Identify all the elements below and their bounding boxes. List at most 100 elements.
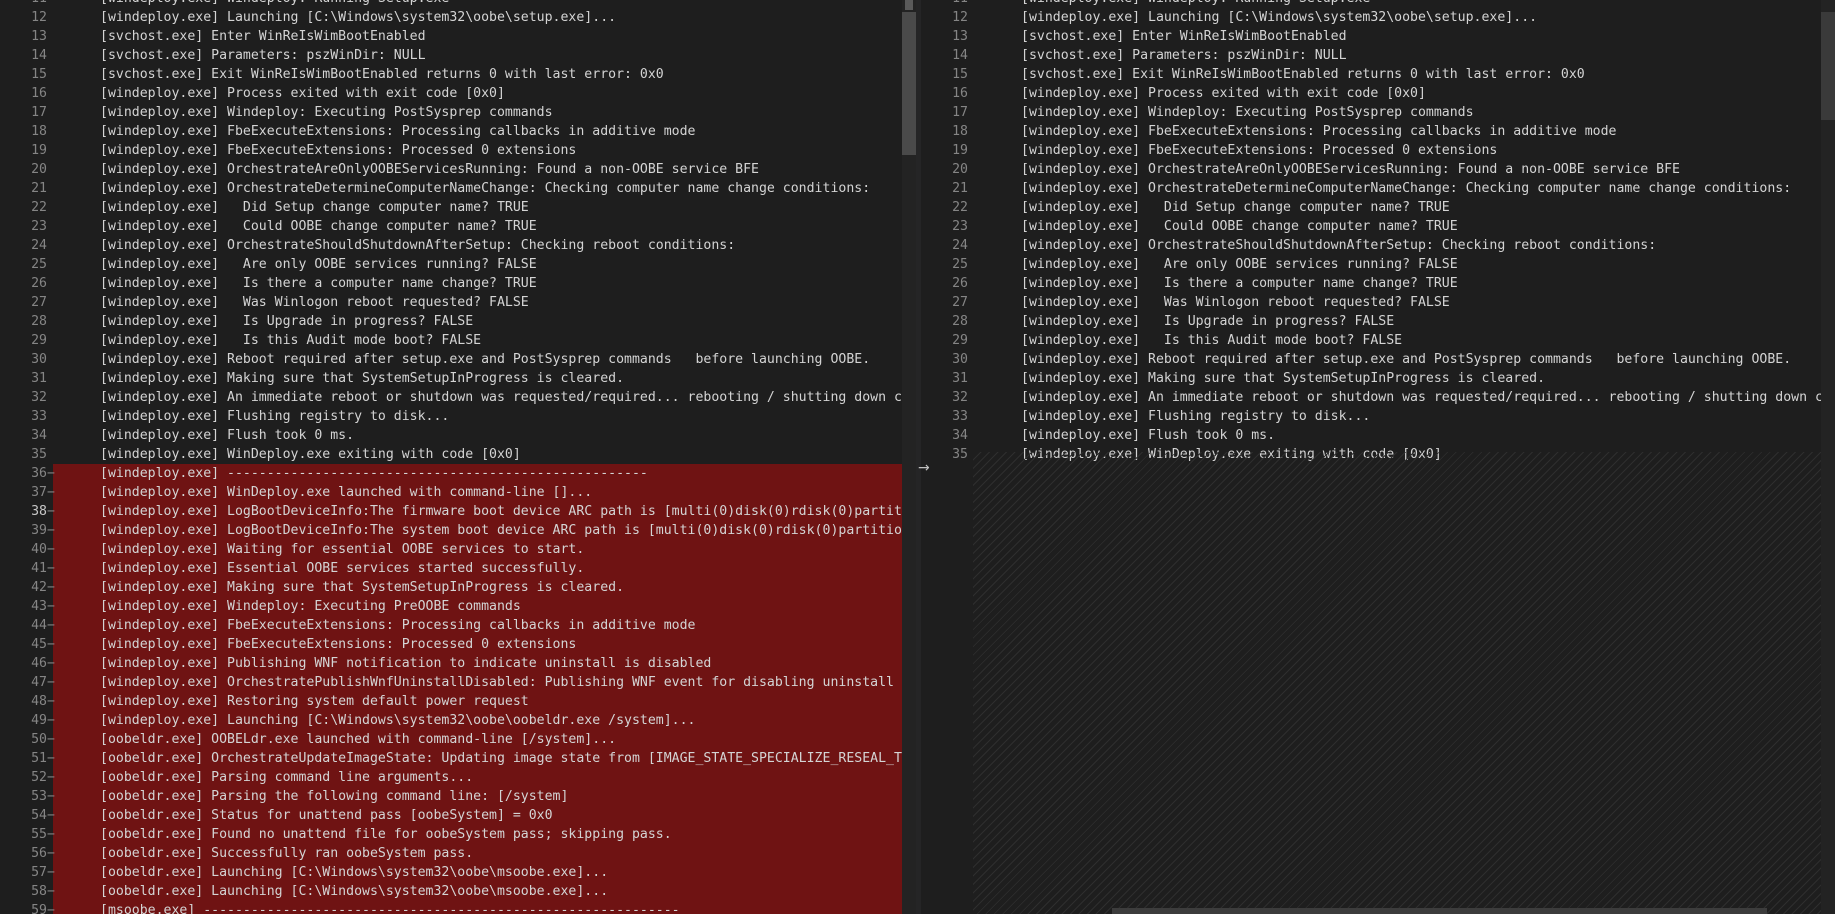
code-line[interactable]: 31 [windeploy.exe] Making sure that Syste… bbox=[921, 369, 1835, 388]
left-vertical-scrollbar[interactable] bbox=[902, 0, 916, 914]
code-line[interactable]: 18 [windeploy.exe] FbeExecuteExtensions: … bbox=[0, 122, 916, 141]
code-line[interactable]: 25 [windeploy.exe] Are only OOBE services… bbox=[921, 255, 1835, 274]
code-line[interactable]: 34 [windeploy.exe] Flush took 0 ms. bbox=[921, 426, 1835, 445]
line-number: 19 bbox=[952, 143, 968, 158]
code-line[interactable]: 13 [svchost.exe] Enter WinReIsWimBootEnab… bbox=[0, 27, 916, 46]
removed-line[interactable]: 50− [oobeldr.exe] OOBELdr.exe launched wi… bbox=[31, 730, 916, 749]
code-line[interactable]: 11 [windeploy.exe] Windeploy: Running Set… bbox=[0, 0, 916, 8]
code-line[interactable]: 11 [windeploy.exe] Windeploy: Running Set… bbox=[921, 0, 1835, 8]
line-text: [windeploy.exe] Is Upgrade in progress? … bbox=[100, 314, 474, 329]
code-line[interactable]: 17 [windeploy.exe] Windeploy: Executing P… bbox=[0, 103, 916, 122]
line-number: 59 bbox=[31, 903, 47, 914]
code-line[interactable]: 26 [windeploy.exe] Is there a computer na… bbox=[921, 274, 1835, 293]
removed-line[interactable]: 55− [oobeldr.exe] Found no unattend file … bbox=[31, 825, 916, 844]
line-text: [windeploy.exe] Launching [C:\Windows\sy… bbox=[100, 10, 617, 25]
line-text: [windeploy.exe] OrchestrateAreOnlyOOBESe… bbox=[100, 162, 759, 177]
code-line[interactable]: 30 [windeploy.exe] Reboot required after … bbox=[921, 350, 1835, 369]
line-number: 35 bbox=[31, 447, 47, 462]
code-line[interactable]: 33 [windeploy.exe] Flushing registry to d… bbox=[0, 407, 916, 426]
code-line[interactable]: 23 [windeploy.exe] Could OOBE change comp… bbox=[921, 217, 1835, 236]
line-number: 44 bbox=[31, 618, 47, 633]
code-line[interactable]: 22 [windeploy.exe] Did Setup change compu… bbox=[921, 198, 1835, 217]
code-line[interactable]: 28 [windeploy.exe] Is Upgrade in progress… bbox=[0, 312, 916, 331]
code-line[interactable]: 13 [svchost.exe] Enter WinReIsWimBootEnab… bbox=[921, 27, 1835, 46]
code-line[interactable]: 18 [windeploy.exe] FbeExecuteExtensions: … bbox=[921, 122, 1835, 141]
removed-line[interactable]: 54− [oobeldr.exe] Status for unattend pas… bbox=[31, 806, 916, 825]
code-line[interactable]: 25 [windeploy.exe] Are only OOBE services… bbox=[0, 255, 916, 274]
code-line[interactable]: 24 [windeploy.exe] OrchestrateShouldShutd… bbox=[0, 236, 916, 255]
code-line[interactable]: 34 [windeploy.exe] Flush took 0 ms. bbox=[0, 426, 916, 445]
code-line[interactable]: 35 [windeploy.exe] WinDeploy.exe exiting … bbox=[0, 445, 916, 464]
code-line[interactable]: 32 [windeploy.exe] An immediate reboot or… bbox=[0, 388, 916, 407]
diff-original-pane[interactable]: 11 [windeploy.exe] Windeploy: Running Set… bbox=[0, 0, 916, 914]
code-line[interactable]: 30 [windeploy.exe] Reboot required after … bbox=[0, 350, 916, 369]
removed-line[interactable]: 40− [windeploy.exe] Waiting for essential… bbox=[31, 540, 916, 559]
line-text: [svchost.exe] Exit WinReIsWimBootEnabled… bbox=[1021, 67, 1585, 82]
horizontal-scrollbar-thumb[interactable] bbox=[1112, 908, 1767, 914]
line-text: [windeploy.exe] Process exited with exit… bbox=[1021, 86, 1426, 101]
code-line[interactable]: 21 [windeploy.exe] OrchestrateDetermineCo… bbox=[0, 179, 916, 198]
code-line[interactable]: 32 [windeploy.exe] An immediate reboot or… bbox=[921, 388, 1835, 407]
code-line[interactable]: 28 [windeploy.exe] Is Upgrade in progress… bbox=[921, 312, 1835, 331]
removed-line[interactable]: 39− [windeploy.exe] LogBootDeviceInfo:The… bbox=[31, 521, 916, 540]
code-line[interactable]: 15 [svchost.exe] Exit WinReIsWimBootEnabl… bbox=[0, 65, 916, 84]
removed-line[interactable]: 43− [windeploy.exe] Windeploy: Executing … bbox=[31, 597, 916, 616]
removed-line[interactable]: 56− [oobeldr.exe] Successfully ran oobeSy… bbox=[31, 844, 916, 863]
removed-line[interactable]: 58− [oobeldr.exe] Launching [C:\Windows\s… bbox=[31, 882, 916, 901]
line-text: [windeploy.exe] WinDeploy.exe launched w… bbox=[100, 485, 593, 500]
code-line[interactable]: 33 [windeploy.exe] Flushing registry to d… bbox=[921, 407, 1835, 426]
removed-line[interactable]: 42− [windeploy.exe] Making sure that Syst… bbox=[31, 578, 916, 597]
code-line[interactable]: 12 [windeploy.exe] Launching [C:\Windows\… bbox=[0, 8, 916, 27]
code-line[interactable]: 23 [windeploy.exe] Could OOBE change comp… bbox=[0, 217, 916, 236]
removed-line[interactable]: 52− [oobeldr.exe] Parsing command line ar… bbox=[31, 768, 916, 787]
removed-line[interactable]: 37− [windeploy.exe] WinDeploy.exe launche… bbox=[31, 483, 916, 502]
code-line[interactable]: 27 [windeploy.exe] Was Winlogon reboot re… bbox=[0, 293, 916, 312]
line-text: [windeploy.exe] Is there a computer name… bbox=[100, 276, 537, 291]
code-line[interactable]: 16 [windeploy.exe] Process exited with ex… bbox=[921, 84, 1835, 103]
removed-line[interactable]: 57− [oobeldr.exe] Launching [C:\Windows\s… bbox=[31, 863, 916, 882]
removed-line[interactable]: 36− [windeploy.exe] ---------------------… bbox=[31, 464, 916, 483]
removed-line[interactable]: 49− [windeploy.exe] Launching [C:\Windows… bbox=[31, 711, 916, 730]
removed-line[interactable]: 47− [windeploy.exe] OrchestratePublishWnf… bbox=[31, 673, 916, 692]
code-line[interactable]: 15 [svchost.exe] Exit WinReIsWimBootEnabl… bbox=[921, 65, 1835, 84]
code-line[interactable]: 27 [windeploy.exe] Was Winlogon reboot re… bbox=[921, 293, 1835, 312]
code-line[interactable]: 29 [windeploy.exe] Is this Audit mode boo… bbox=[0, 331, 916, 350]
diff-marker: − bbox=[47, 713, 55, 728]
code-line[interactable]: 14 [svchost.exe] Parameters: pszWinDir: N… bbox=[921, 46, 1835, 65]
removed-line[interactable]: 59− [msoobe.exe] ------------------------… bbox=[31, 901, 916, 914]
right-scrollbar-thumb[interactable] bbox=[1821, 12, 1835, 120]
code-line[interactable]: 19 [windeploy.exe] FbeExecuteExtensions: … bbox=[921, 141, 1835, 160]
removed-line[interactable]: 44− [windeploy.exe] FbeExecuteExtensions:… bbox=[31, 616, 916, 635]
removed-line[interactable]: 48− [windeploy.exe] Restoring system defa… bbox=[31, 692, 916, 711]
line-number: 57 bbox=[31, 865, 47, 880]
code-line[interactable]: 26 [windeploy.exe] Is there a computer na… bbox=[0, 274, 916, 293]
left-scrollbar-thumb[interactable] bbox=[902, 12, 916, 155]
code-line[interactable]: 21 [windeploy.exe] OrchestrateDetermineCo… bbox=[921, 179, 1835, 198]
code-line[interactable]: 20 [windeploy.exe] OrchestrateAreOnlyOOBE… bbox=[0, 160, 916, 179]
line-number: 17 bbox=[952, 105, 968, 120]
code-line[interactable]: 12 [windeploy.exe] Launching [C:\Windows\… bbox=[921, 8, 1835, 27]
code-line[interactable]: 20 [windeploy.exe] OrchestrateAreOnlyOOBE… bbox=[921, 160, 1835, 179]
removed-line[interactable]: 53− [oobeldr.exe] Parsing the following c… bbox=[31, 787, 916, 806]
code-line[interactable]: 31 [windeploy.exe] Making sure that Syste… bbox=[0, 369, 916, 388]
line-text: [windeploy.exe] FbeExecuteExtensions: Pr… bbox=[100, 143, 577, 158]
diff-marker: − bbox=[47, 637, 55, 652]
diff-modified-pane[interactable]: 11 [windeploy.exe] Windeploy: Running Set… bbox=[921, 0, 1835, 914]
code-line[interactable]: 14 [svchost.exe] Parameters: pszWinDir: N… bbox=[0, 46, 916, 65]
line-text: [oobeldr.exe] Launching [C:\Windows\syst… bbox=[100, 865, 609, 880]
code-line[interactable]: 29 [windeploy.exe] Is this Audit mode boo… bbox=[921, 331, 1835, 350]
code-line[interactable]: 19 [windeploy.exe] FbeExecuteExtensions: … bbox=[0, 141, 916, 160]
removed-line[interactable]: 51− [oobeldr.exe] OrchestrateUpdateImageS… bbox=[31, 749, 916, 768]
code-line[interactable]: 17 [windeploy.exe] Windeploy: Executing P… bbox=[921, 103, 1835, 122]
removed-line[interactable]: 46− [windeploy.exe] Publishing WNF notifi… bbox=[31, 654, 916, 673]
right-vertical-scrollbar[interactable] bbox=[1821, 0, 1835, 914]
code-line[interactable]: 22 [windeploy.exe] Did Setup change compu… bbox=[0, 198, 916, 217]
line-number: 48 bbox=[31, 694, 47, 709]
removed-line[interactable]: 45− [windeploy.exe] FbeExecuteExtensions:… bbox=[31, 635, 916, 654]
line-text: [windeploy.exe] Flushing registry to dis… bbox=[1021, 409, 1371, 424]
code-line[interactable]: 16 [windeploy.exe] Process exited with ex… bbox=[0, 84, 916, 103]
removed-line[interactable]: 41− [windeploy.exe] Essential OOBE servic… bbox=[31, 559, 916, 578]
line-number: 32 bbox=[31, 390, 47, 405]
removed-line[interactable]: 38− [windeploy.exe] LogBootDeviceInfo:The… bbox=[31, 502, 916, 521]
code-line[interactable]: 24 [windeploy.exe] OrchestrateShouldShutd… bbox=[921, 236, 1835, 255]
